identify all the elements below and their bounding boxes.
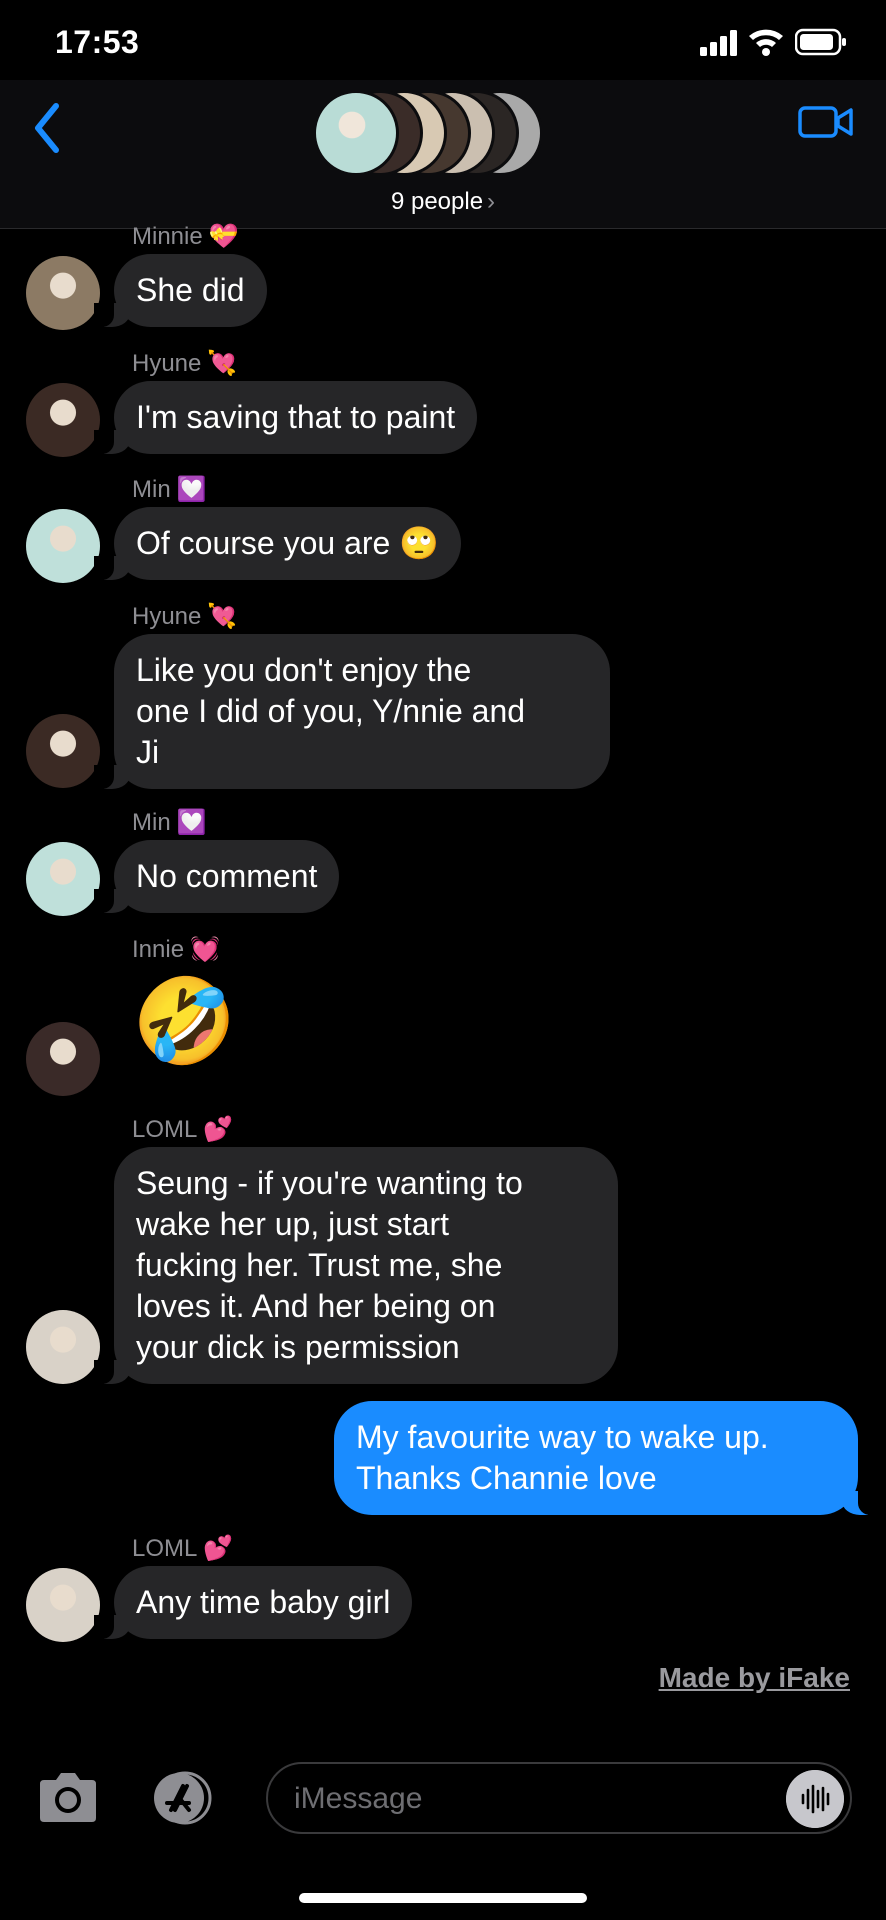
camera-icon[interactable] <box>36 1770 100 1824</box>
message-bubble[interactable]: Seung - if you're wanting to wake her up… <box>94 1147 618 1384</box>
avatar[interactable] <box>26 842 100 916</box>
message-text-line: fucking her. Trust me, she <box>136 1247 503 1283</box>
sender-label: Min <box>132 476 171 503</box>
avatar[interactable] <box>26 509 100 583</box>
message-text-line: loves it. And her being on <box>136 1288 496 1324</box>
cellular-signal-icon <box>700 30 737 56</box>
sender-name: Min 💟 <box>132 475 207 504</box>
message-bubble[interactable]: I'm saving that to paint <box>93 381 478 454</box>
group-avatar-stack[interactable] <box>313 90 573 180</box>
home-indicator[interactable] <box>299 1893 587 1903</box>
message-text: I'm saving that to paint <box>136 399 456 435</box>
sender-name: LOML 💕 <box>132 1534 233 1563</box>
input-placeholder: iMessage <box>294 1782 423 1815</box>
message-bubble-outgoing[interactable]: My favourite way to wake up. Thanks Chan… <box>334 1401 878 1515</box>
sender-emoji: 💕 <box>203 1535 234 1562</box>
sender-label: LOML <box>132 1116 198 1143</box>
group-people-link[interactable]: 9 people › <box>0 188 886 216</box>
people-count-label: 9 people <box>390 188 484 215</box>
emoji-message[interactable]: 🤣 <box>132 972 237 1071</box>
watermark-link[interactable]: Made by iFake <box>630 1662 850 1694</box>
avatar[interactable] <box>26 383 100 457</box>
message-text-line: Like you don't enjoy the <box>136 652 472 688</box>
chevron-right-icon: › <box>487 188 496 215</box>
sender-emoji: 💘 <box>207 603 238 630</box>
message-text: Any time baby girl <box>136 1584 391 1620</box>
message-bubble[interactable]: Any time baby girl <box>93 1566 413 1639</box>
app-store-icon[interactable] <box>145 1770 225 1826</box>
message-bubble[interactable]: Of course you are 🙄 <box>93 507 462 580</box>
sender-name: Min 💟 <box>132 808 207 837</box>
message-bubble[interactable]: No comment <box>93 840 340 913</box>
audio-waveform-icon[interactable] <box>786 1770 844 1828</box>
sender-label: Minnie <box>132 223 203 250</box>
sender-name: LOML 💕 <box>132 1115 233 1144</box>
sender-emoji: 💝 <box>208 223 239 250</box>
sender-emoji: 💟 <box>176 476 207 503</box>
message-text: Of course you are 🙄 <box>136 525 440 561</box>
status-bar: 17:53 <box>0 0 886 90</box>
battery-icon <box>795 28 846 56</box>
message-text-line: My favourite way to wake up. <box>356 1419 769 1455</box>
sender-label: Min <box>132 809 171 836</box>
participant-avatar <box>313 90 399 176</box>
sender-emoji: 💕 <box>203 1116 234 1143</box>
sender-emoji: 💓 <box>190 936 220 963</box>
message-text-line: Seung - if you're wanting to <box>136 1165 523 1201</box>
sender-label: Hyune <box>132 350 202 377</box>
message-text-line: Thanks Channie love <box>356 1460 657 1496</box>
sender-label: Hyune <box>132 603 202 630</box>
sender-label: Innie <box>132 936 185 963</box>
conversation-header: 9 people › <box>0 80 886 229</box>
sender-emoji: 💟 <box>176 809 207 836</box>
sender-name: Hyune 💘 <box>132 349 237 378</box>
avatar[interactable] <box>26 714 100 788</box>
sender-name: Hyune 💘 <box>132 602 237 631</box>
message-bubble[interactable]: She did <box>94 254 267 327</box>
sender-emoji: 💘 <box>207 350 238 377</box>
facetime-video-icon[interactable] <box>797 96 855 146</box>
sender-name: Minnie 💝 <box>132 222 239 251</box>
avatar[interactable] <box>26 1568 100 1642</box>
message-text-line: one I did of you, Y/nnie and <box>136 693 526 729</box>
avatar[interactable] <box>26 1022 100 1096</box>
message-text-line: your dick is permission <box>136 1329 460 1365</box>
back-chevron-icon[interactable] <box>28 98 68 158</box>
sender-name: Innie 💓 <box>132 935 220 964</box>
avatar[interactable] <box>26 1310 100 1384</box>
message-text: She did <box>136 272 245 308</box>
imessage-input[interactable]: iMessage <box>266 1762 852 1834</box>
message-bubble[interactable]: Like you don't enjoy the one I did of yo… <box>94 634 610 789</box>
message-text-line: Ji <box>136 734 160 770</box>
message-text-line: wake her up, just start <box>136 1206 450 1242</box>
avatar[interactable] <box>26 256 100 330</box>
message-text: No comment <box>136 858 318 894</box>
sender-label: LOML <box>132 1535 198 1562</box>
wifi-icon <box>749 29 783 56</box>
status-time: 17:53 <box>55 24 140 60</box>
